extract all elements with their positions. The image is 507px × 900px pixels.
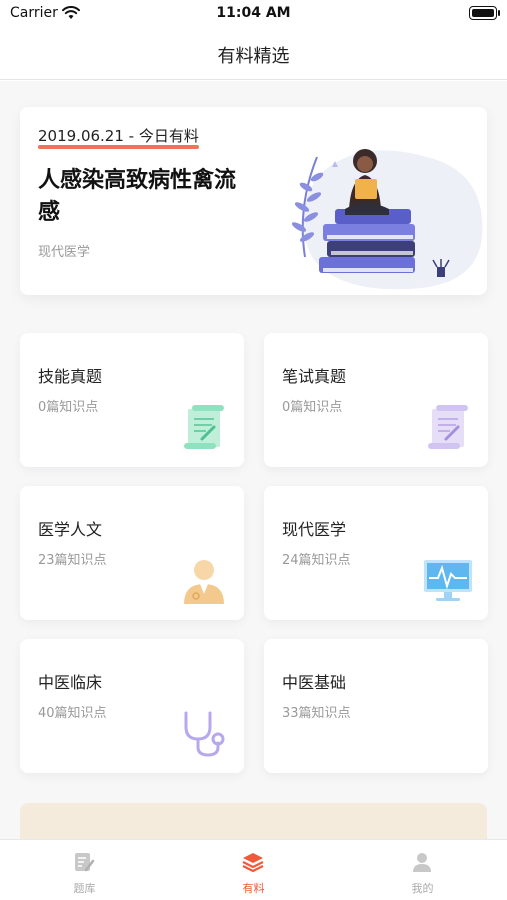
tab-label: 有料 bbox=[242, 882, 265, 895]
category-count: 40篇知识点 bbox=[38, 706, 107, 721]
tab-label: 题库 bbox=[73, 882, 96, 895]
tab-featured[interactable]: 有料 bbox=[169, 840, 338, 900]
status-time: 11:04 AM bbox=[216, 5, 291, 21]
category-count: 24篇知识点 bbox=[282, 553, 351, 568]
category-card-medical-humanities[interactable]: 医学人文 23篇知识点 bbox=[20, 486, 244, 620]
featured-date: 2019.06.21 - 今日有料 bbox=[38, 125, 199, 149]
category-title: 中医基础 bbox=[282, 673, 347, 692]
category-title: 笔试真题 bbox=[282, 367, 347, 386]
tab-profile[interactable]: 我的 bbox=[338, 840, 507, 900]
doctor-icon bbox=[184, 560, 224, 604]
bottom-tab-bar: 题库 有料 我的 bbox=[0, 839, 507, 900]
monitor-icon bbox=[424, 560, 472, 601]
status-bar: Carrier 11:04 AM bbox=[0, 0, 507, 28]
page-title: 有料精选 bbox=[217, 46, 290, 67]
content-area[interactable]: 2019.06.21 - 今日有料 人感染高致病性禽流感 现代医学 技能真题 0… bbox=[0, 81, 507, 839]
category-card-skills-exam[interactable]: 技能真题 0篇知识点 bbox=[20, 333, 244, 467]
category-card-tcm-basics[interactable]: 中医基础 33篇知识点 bbox=[264, 639, 488, 773]
category-card-written-exam[interactable]: 笔试真题 0篇知识点 bbox=[264, 333, 488, 467]
featured-article-card[interactable]: 2019.06.21 - 今日有料 人感染高致病性禽流感 现代医学 bbox=[20, 107, 487, 295]
category-title: 中医临床 bbox=[38, 673, 103, 692]
category-count: 33篇知识点 bbox=[282, 706, 351, 721]
category-count: 0篇知识点 bbox=[282, 400, 343, 415]
tab-label: 我的 bbox=[411, 882, 434, 895]
category-count: 0篇知识点 bbox=[38, 400, 99, 415]
featured-category-tag: 现代医学 bbox=[38, 245, 91, 260]
reading-person-illustration bbox=[291, 149, 483, 290]
tab-question-bank[interactable]: 题库 bbox=[0, 840, 169, 900]
category-title: 医学人文 bbox=[38, 520, 103, 539]
category-card-modern-medicine[interactable]: 现代医学 24篇知识点 bbox=[264, 486, 488, 620]
scroll-icon bbox=[428, 405, 468, 449]
stethoscope-icon bbox=[184, 711, 225, 757]
category-title: 技能真题 bbox=[38, 367, 103, 386]
user-icon bbox=[413, 853, 431, 872]
scroll-icon bbox=[184, 405, 224, 449]
battery-icon bbox=[469, 6, 500, 20]
featured-title: 人感染高致病性禽流感 bbox=[38, 168, 237, 225]
category-card-tcm-clinical[interactable]: 中医临床 40篇知识点 bbox=[20, 639, 244, 773]
question-bank-icon bbox=[75, 853, 95, 872]
navigation-bar: 有料精选 bbox=[0, 28, 507, 80]
date-underline-accent bbox=[38, 145, 199, 149]
partially-visible-card[interactable] bbox=[20, 803, 487, 839]
layers-icon bbox=[242, 853, 264, 873]
category-title: 现代医学 bbox=[282, 520, 347, 539]
category-count: 23篇知识点 bbox=[38, 553, 107, 568]
featured-date-label: 2019.06.21 - 今日有料 bbox=[38, 127, 199, 145]
